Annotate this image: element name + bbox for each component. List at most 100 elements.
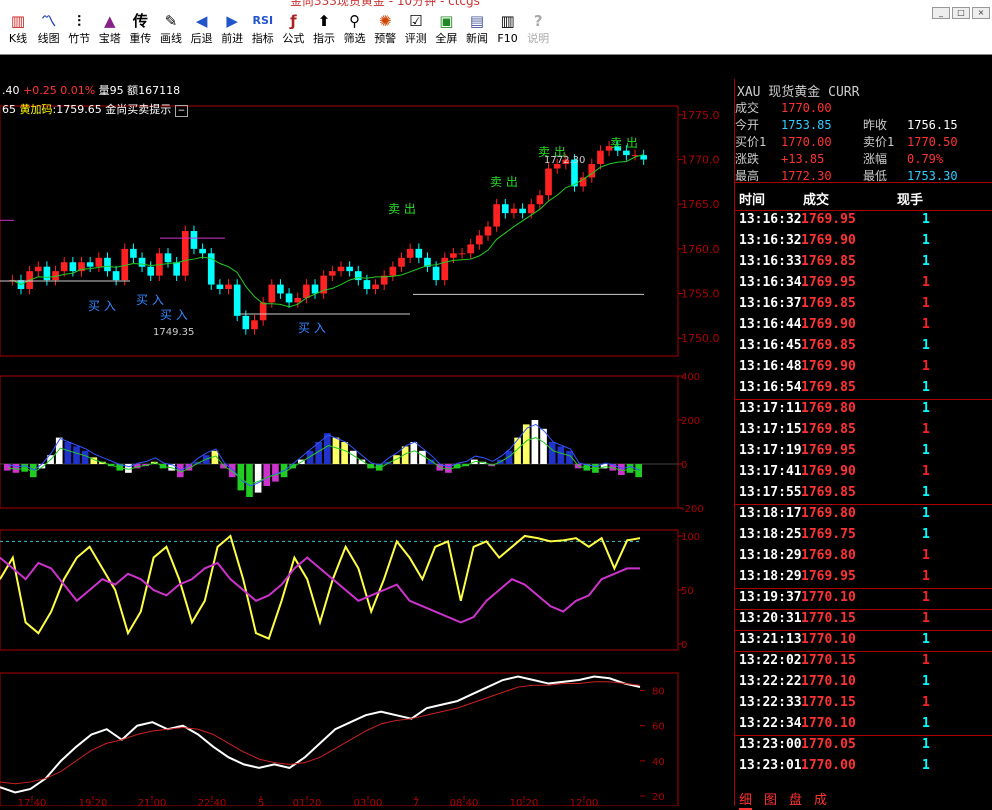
quote-panel: XAU 现货黄金 CURR 成交 1770.00 今开 1753.85 昨收 1756.1… [734, 79, 992, 810]
back-icon: ◀ [195, 12, 208, 30]
divider [735, 735, 992, 736]
toolbar-button-draw-line[interactable]: ✎ 画线 [157, 10, 185, 45]
trade-time: 13:23:00 [739, 737, 802, 752]
toolbar-button-pagoda[interactable]: ▲ 宝塔 [96, 10, 124, 45]
candle [147, 266, 155, 276]
x-tick-label: 12:00 [570, 798, 599, 806]
formula-icon: ƒ [290, 12, 297, 30]
toolbar-button-alert[interactable]: ✺ 预警 [371, 10, 399, 45]
y-tick-label: 100 [681, 532, 700, 543]
trades-header: 时间 成交 现手 [739, 189, 989, 208]
trade-time: 13:16:45 [739, 338, 802, 353]
divider [735, 651, 992, 652]
toolbar-button-line-chart[interactable]: 〽线图 [35, 10, 63, 45]
toolbar-button-chongchuan[interactable]: 传重传 [126, 10, 154, 45]
trade-time: 13:16:33 [739, 254, 802, 269]
trade-row: 13:17:11 1769.80 1 [739, 401, 989, 422]
trade-price: 1769.95 [801, 569, 856, 584]
trade-row: 13:22:22 1770.10 1 [739, 674, 989, 695]
close-button[interactable]: × [972, 7, 990, 19]
main-chart-legend: 65 黄加码:1759.65 金尚买卖提示 − [2, 101, 189, 117]
trade-price: 1769.85 [801, 380, 856, 395]
trade-vol: 1 [922, 275, 930, 290]
toolbar-button-fullscreen[interactable]: ▣ 全屏 [432, 10, 460, 45]
trade-vol: 1 [922, 422, 930, 437]
tab-0[interactable]: 细 [739, 793, 753, 810]
f10-icon: ▥ [500, 12, 515, 30]
col-vol: 现手 [897, 193, 924, 208]
quote-row: 买价1 1770.00 卖价1 1770.50 [735, 135, 991, 150]
x-tick-label: 21:00 [138, 798, 167, 806]
candle [86, 262, 94, 267]
candle [277, 284, 284, 294]
trade-time: 13:16:32 [739, 233, 802, 248]
toolbar-button-help[interactable]: ? 说明 [524, 10, 552, 45]
y-tick-label: 1770.0 [681, 154, 720, 167]
alert-icon: ✺ [378, 12, 392, 30]
trade-row: 13:18:25 1769.75 1 [739, 527, 989, 548]
toolbar-button-kline[interactable]: ▥ K线 [4, 10, 32, 45]
toolbar-button-bamboo[interactable]: ⫶ 竹节 [65, 10, 93, 45]
macd-bar [531, 420, 539, 464]
toolbar-button-back[interactable]: ◀ 后退 [188, 10, 216, 45]
divider [735, 630, 992, 631]
trade-price: 1769.90 [801, 317, 856, 332]
candle [190, 231, 198, 249]
trade-price: 1770.10 [801, 674, 856, 689]
quote-k2: 卖价1 [863, 135, 895, 149]
toolbar-label: 新闻 [466, 32, 488, 45]
y-tick-label: 1755.0 [681, 288, 720, 301]
panel-frame [0, 672, 679, 806]
chart-annotation: 1772.30 [544, 155, 585, 166]
trade-time: 13:22:02 [739, 653, 802, 668]
candle [346, 266, 353, 272]
candle [458, 253, 466, 255]
trade-time: 13:17:41 [739, 464, 802, 479]
trade-vol: 1 [922, 569, 930, 584]
trade-row: 13:16:33 1769.85 1 [739, 254, 989, 275]
price-change: +0.25 [23, 84, 57, 97]
toolbar-label: F10 [497, 32, 518, 45]
trade-row: 13:18:29 1769.95 1 [739, 569, 989, 590]
collapse-icon[interactable]: − [174, 105, 189, 117]
toolbar-button-formula[interactable]: ƒ 公式 [279, 10, 307, 45]
toolbar: 金尚333现货黄金 - 10分钟 - ctcgs _ □ × ▥ K线〽线图 ⫶ 竹节 ▲ 宝… [0, 0, 992, 55]
candle [112, 271, 120, 281]
trade-vol: 1 [922, 758, 930, 773]
kdj-line [0, 534, 641, 640]
trade-price: 1770.10 [801, 632, 856, 647]
quote-k2: 涨幅 [863, 152, 888, 166]
divider [735, 210, 992, 211]
toolbar-label: 后退 [190, 32, 213, 45]
chart-annotation: 买 入 [298, 321, 326, 335]
toolbar-button-news[interactable]: ▤ 新闻 [463, 10, 491, 45]
toolbar-button-forward[interactable]: ▶ 前进 [218, 10, 246, 45]
macd-bar [81, 450, 89, 464]
trade-time: 13:16:37 [739, 296, 802, 311]
minimize-button[interactable]: _ [932, 7, 950, 19]
toolbar-button-f10[interactable]: ▥ F10 [494, 10, 522, 45]
quote-v2: 0.79% [907, 152, 944, 166]
trade-vol: 1 [922, 506, 930, 521]
trade-vol: 1 [922, 233, 930, 248]
panel-frame [0, 529, 679, 651]
candle [484, 226, 492, 236]
y-tick-label: 0 [681, 640, 687, 651]
trade-vol: 1 [922, 401, 930, 416]
trade-vol: 1 [922, 737, 930, 752]
toolbar-button-review[interactable]: ☑ 评测 [402, 10, 430, 45]
y-tick-label: 60 [652, 722, 665, 733]
trade-vol: 1 [922, 443, 930, 458]
chart-area[interactable]: 1775.0 1770.0 1765.0 1760.0 1755.0 1750.0 卖 出卖… [0, 79, 734, 806]
macd-bar [540, 428, 547, 464]
candle [398, 257, 405, 267]
trade-time: 13:16:48 [739, 359, 802, 374]
maximize-button[interactable]: □ [952, 7, 970, 19]
toolbar-button-filter[interactable]: ⚲ 筛选 [341, 10, 369, 45]
toolbar-button-indicator[interactable]: RSI 指标 [249, 10, 277, 45]
chart-svg[interactable]: 1775.01770.01765.01760.01755.01750.0卖 出卖… [0, 79, 734, 806]
trade-row: 13:16:34 1769.95 1 [739, 275, 989, 296]
toolbar-button-indicate[interactable]: ⬆ 指示 [310, 10, 338, 45]
trade-vol: 1 [922, 695, 930, 710]
trade-time: 13:22:33 [739, 695, 802, 710]
